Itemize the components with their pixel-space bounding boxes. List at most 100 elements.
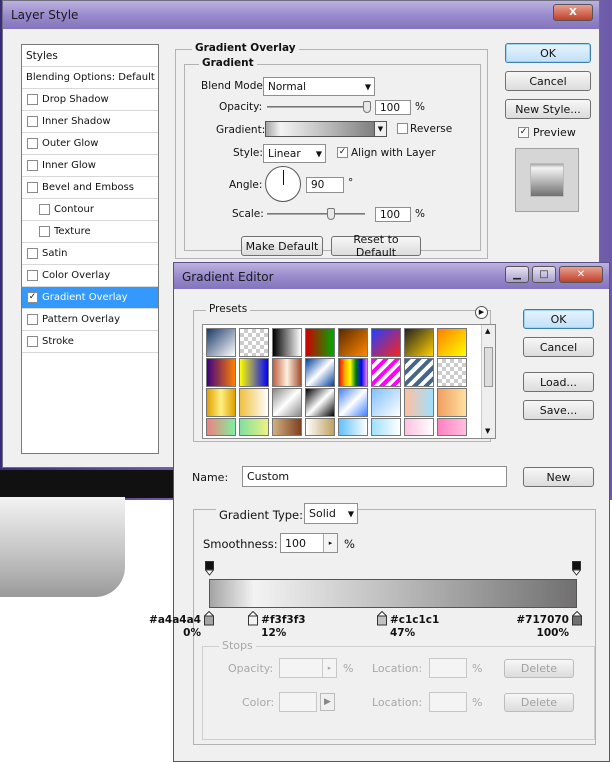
preset-swatch[interactable]: [338, 388, 368, 417]
preset-swatch[interactable]: [239, 358, 269, 387]
preset-swatch[interactable]: [437, 418, 467, 436]
preset-swatch[interactable]: [338, 418, 368, 436]
style-item-checkbox[interactable]: [27, 160, 38, 171]
reverse-checkbox[interactable]: [397, 123, 408, 134]
style-item-checkbox[interactable]: [27, 182, 38, 193]
scroll-down-icon[interactable]: ▼: [485, 427, 490, 435]
preset-swatch[interactable]: [404, 328, 434, 357]
style-item[interactable]: Texture: [22, 221, 158, 243]
delete-color-stop-button[interactable]: Delete: [504, 693, 574, 712]
cancel-button[interactable]: Cancel: [505, 71, 591, 91]
preset-swatch[interactable]: [272, 358, 302, 387]
gradient-editor-titlebar[interactable]: Gradient Editor ▁ □ ✕: [174, 263, 609, 289]
style-item-checkbox[interactable]: [39, 204, 50, 215]
angle-input[interactable]: 90: [306, 177, 344, 193]
preset-swatch[interactable]: [305, 418, 335, 436]
style-item[interactable]: Drop Shadow: [22, 89, 158, 111]
style-item[interactable]: Styles: [22, 45, 158, 67]
stop-color-menu-icon[interactable]: ▶: [320, 693, 335, 711]
preset-swatch[interactable]: [206, 328, 236, 357]
opacity-input[interactable]: 100: [375, 100, 411, 115]
preset-swatch[interactable]: [305, 328, 335, 357]
preset-swatch[interactable]: [206, 418, 236, 436]
preset-swatch[interactable]: [206, 358, 236, 387]
opacity-stop-left[interactable]: [204, 561, 215, 576]
style-item-checkbox[interactable]: [27, 94, 38, 105]
opacity-slider-track[interactable]: [267, 106, 371, 108]
stop-opacity-stepper-icon[interactable]: ▸: [322, 659, 336, 677]
close-icon[interactable]: ✕: [559, 266, 603, 283]
preset-swatch[interactable]: [371, 328, 401, 357]
preset-swatch[interactable]: [404, 388, 434, 417]
make-default-button[interactable]: Make Default: [241, 236, 323, 256]
style-item[interactable]: Color Overlay: [22, 265, 158, 287]
style-item-checkbox[interactable]: [27, 138, 38, 149]
blend-mode-select[interactable]: Normal ▼: [263, 77, 375, 96]
preset-swatch[interactable]: [239, 388, 269, 417]
scale-input[interactable]: 100: [375, 207, 411, 222]
gradient-type-select[interactable]: Solid ▼: [304, 503, 358, 524]
gradient-bar[interactable]: [209, 579, 577, 608]
ok-button[interactable]: OK: [505, 43, 591, 63]
preset-swatch[interactable]: [338, 328, 368, 357]
preset-swatch[interactable]: [272, 328, 302, 357]
style-item-checkbox[interactable]: [27, 248, 38, 259]
preset-swatch[interactable]: [272, 388, 302, 417]
preview-checkbox[interactable]: ✓: [518, 127, 529, 138]
preset-swatch[interactable]: [371, 418, 401, 436]
maximize-icon[interactable]: □: [532, 266, 556, 283]
scroll-thumb[interactable]: [484, 347, 493, 387]
load-button[interactable]: Load...: [523, 372, 594, 392]
preset-swatch[interactable]: [404, 358, 434, 387]
close-icon[interactable]: X: [553, 4, 593, 21]
preset-swatch[interactable]: [371, 358, 401, 387]
chevron-down-icon[interactable]: ▼: [374, 122, 386, 136]
scale-slider-track[interactable]: [267, 213, 365, 215]
preset-swatch[interactable]: [239, 418, 269, 436]
style-item-checkbox[interactable]: [27, 116, 38, 127]
style-item[interactable]: Stroke: [22, 331, 158, 353]
new-button[interactable]: New: [523, 467, 594, 487]
color-stop-marker[interactable]: [376, 610, 388, 626]
style-item[interactable]: Inner Glow: [22, 155, 158, 177]
preset-swatch[interactable]: [338, 358, 368, 387]
align-with-layer-checkbox[interactable]: ✓: [337, 147, 348, 158]
presets-menu-icon[interactable]: ▶: [475, 306, 488, 319]
scroll-up-icon[interactable]: ▲: [485, 327, 490, 335]
delete-opacity-stop-button[interactable]: Delete: [504, 659, 574, 678]
style-item-checkbox[interactable]: [27, 314, 38, 325]
preset-swatch[interactable]: [272, 418, 302, 436]
stop-location-input-1[interactable]: [429, 658, 467, 678]
name-input[interactable]: Custom: [242, 466, 507, 487]
preset-swatch[interactable]: [437, 358, 467, 387]
style-item[interactable]: Contour: [22, 199, 158, 221]
style-item-checkbox[interactable]: ✓: [27, 292, 38, 303]
style-item[interactable]: Blending Options: Default: [22, 67, 158, 89]
style-item[interactable]: Satin: [22, 243, 158, 265]
smoothness-stepper-icon[interactable]: ▸: [323, 534, 337, 552]
style-item[interactable]: Pattern Overlay: [22, 309, 158, 331]
style-item[interactable]: ✓ Gradient Overlay: [22, 287, 158, 309]
stop-opacity-input[interactable]: ▸: [279, 658, 337, 678]
gradient-picker[interactable]: ▼: [265, 121, 387, 137]
stop-color-swatch[interactable]: [279, 692, 317, 712]
style-item[interactable]: Bevel and Emboss: [22, 177, 158, 199]
presets-scrollbar[interactable]: ▲ ▼: [481, 325, 495, 438]
color-stop-marker[interactable]: [571, 610, 583, 626]
layer-style-titlebar[interactable]: Layer Style X: [3, 1, 599, 29]
stop-location-input-2[interactable]: [429, 692, 467, 712]
preset-swatch[interactable]: [206, 388, 236, 417]
color-stop-marker[interactable]: [203, 610, 215, 626]
style-select[interactable]: Linear ▼: [263, 144, 326, 163]
ok-button[interactable]: OK: [523, 309, 594, 329]
style-item[interactable]: Outer Glow: [22, 133, 158, 155]
opacity-slider-thumb[interactable]: [363, 101, 371, 113]
preset-swatch[interactable]: [404, 418, 434, 436]
color-stop-marker[interactable]: [247, 610, 259, 626]
preset-swatch[interactable]: [437, 388, 467, 417]
scale-slider-thumb[interactable]: [326, 208, 335, 220]
cancel-button[interactable]: Cancel: [523, 337, 594, 357]
preset-swatch[interactable]: [239, 328, 269, 357]
opacity-stop-right[interactable]: [571, 561, 582, 576]
smoothness-input[interactable]: 100 ▸: [280, 533, 338, 553]
